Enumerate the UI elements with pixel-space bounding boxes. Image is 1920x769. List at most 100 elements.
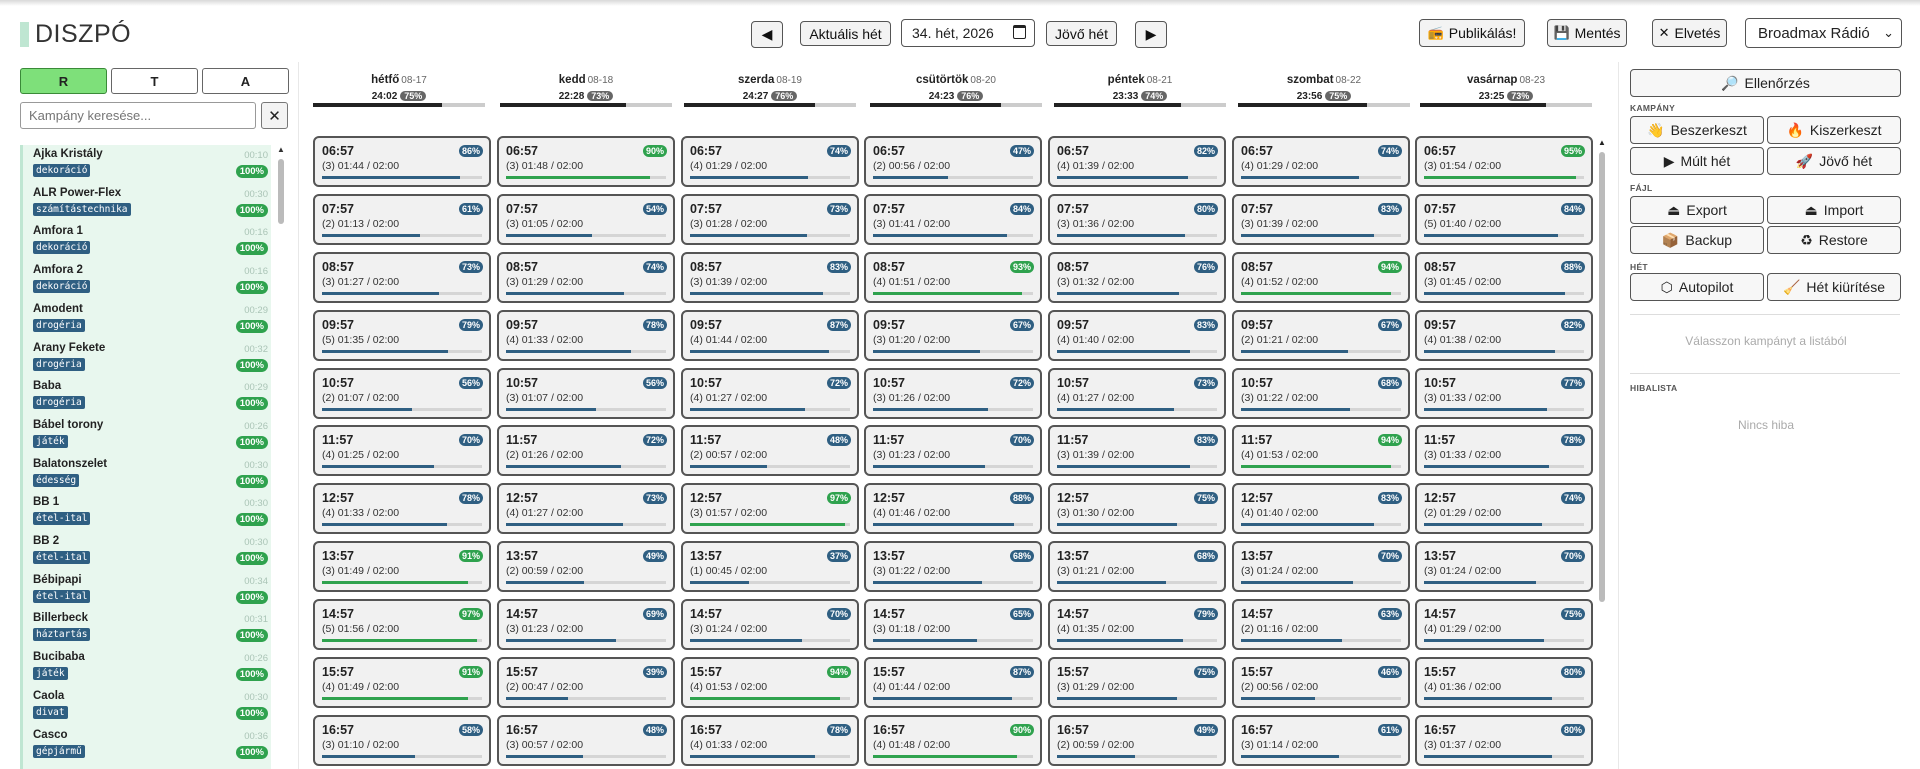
campaign-item[interactable]: Billerbeck 00:31 háztartás 100% [23,609,271,648]
time-slot[interactable]: 13:57 70% (3) 01:24 / 02:00 [1415,541,1593,592]
save-button[interactable]: 💾 Mentés [1547,19,1627,47]
time-slot[interactable]: 08:57 74% (3) 01:29 / 02:00 [497,252,675,303]
time-slot[interactable]: 10:57 56% (3) 01:07 / 02:00 [497,368,675,419]
time-slot[interactable]: 15:57 39% (2) 00:47 / 02:00 [497,657,675,708]
time-slot[interactable]: 06:57 47% (2) 00:56 / 02:00 [864,136,1042,187]
time-slot[interactable]: 08:57 83% (3) 01:39 / 02:00 [681,252,859,303]
next-week-button[interactable]: Jövő hét [1046,21,1117,46]
scroll-up-icon[interactable]: ▲ [1598,138,1606,147]
campaign-item[interactable]: Caola 00:30 divat 100% [23,687,271,726]
time-slot[interactable]: 13:57 68% (3) 01:22 / 02:00 [864,541,1042,592]
time-slot[interactable]: 10:57 56% (2) 01:07 / 02:00 [313,368,491,419]
campaign-item[interactable]: Casco 00:36 gépjármű 100% [23,726,271,765]
campaign-item[interactable]: BB 2 00:30 étel-ital 100% [23,532,271,571]
last-week-button[interactable]: ▶ Múlt hét [1630,147,1764,175]
clear-search-button[interactable]: ✕ [261,102,288,129]
time-slot[interactable]: 14:57 75% (4) 01:29 / 02:00 [1415,599,1593,650]
time-slot[interactable]: 10:57 68% (3) 01:22 / 02:00 [1232,368,1410,419]
tab-t[interactable]: T [111,68,198,94]
time-slot[interactable]: 15:57 75% (3) 01:29 / 02:00 [1048,657,1226,708]
time-slot[interactable]: 12:57 75% (3) 01:30 / 02:00 [1048,483,1226,534]
time-slot[interactable]: 08:57 94% (4) 01:52 / 02:00 [1232,252,1410,303]
time-slot[interactable]: 11:57 78% (3) 01:33 / 02:00 [1415,425,1593,476]
campaign-item[interactable]: Amodent 00:29 drogéria 100% [23,300,271,339]
time-slot[interactable]: 07:57 54% (3) 01:05 / 02:00 [497,194,675,245]
campaign-item[interactable]: Bucibaba 00:26 játék 100% [23,648,271,687]
check-button[interactable]: 🔎 Ellenőrzés [1630,69,1901,97]
time-slot[interactable]: 07:57 61% (2) 01:13 / 02:00 [313,194,491,245]
time-slot[interactable]: 07:57 84% (5) 01:40 / 02:00 [1415,194,1593,245]
time-slot[interactable]: 15:57 80% (4) 01:36 / 02:00 [1415,657,1593,708]
time-slot[interactable]: 11:57 94% (4) 01:53 / 02:00 [1232,425,1410,476]
scroll-up-icon[interactable]: ▲ [277,145,285,154]
time-slot[interactable]: 08:57 93% (4) 01:51 / 02:00 [864,252,1042,303]
time-slot[interactable]: 08:57 73% (3) 01:27 / 02:00 [313,252,491,303]
time-slot[interactable]: 08:57 76% (3) 01:32 / 02:00 [1048,252,1226,303]
current-week-button[interactable]: Aktuális hét [800,21,891,46]
time-slot[interactable]: 12:57 83% (4) 01:40 / 02:00 [1232,483,1410,534]
campaign-item[interactable]: Amfora 2 00:16 dekoráció 100% [23,261,271,300]
time-slot[interactable]: 07:57 73% (3) 01:28 / 02:00 [681,194,859,245]
campaign-item[interactable]: ALR Power-Flex 00:30 számítástechnika 100% [23,184,271,223]
time-slot[interactable]: 12:57 73% (4) 01:27 / 02:00 [497,483,675,534]
time-slot[interactable]: 10:57 72% (3) 01:26 / 02:00 [864,368,1042,419]
time-slot[interactable]: 09:57 82% (4) 01:38 / 02:00 [1415,310,1593,361]
export-button[interactable]: ⏏ Export [1630,196,1764,224]
time-slot[interactable]: 06:57 74% (4) 01:29 / 02:00 [1232,136,1410,187]
time-slot[interactable]: 13:57 37% (1) 00:45 / 02:00 [681,541,859,592]
time-slot[interactable]: 16:57 58% (3) 01:10 / 02:00 [313,715,491,766]
time-slot[interactable]: 07:57 80% (3) 01:36 / 02:00 [1048,194,1226,245]
time-slot[interactable]: 09:57 83% (4) 01:40 / 02:00 [1048,310,1226,361]
time-slot[interactable]: 13:57 68% (3) 01:21 / 02:00 [1048,541,1226,592]
clear-week-button[interactable]: 🧹 Hét kiürítése [1767,273,1901,301]
time-slot[interactable]: 16:57 49% (2) 00:59 / 02:00 [1048,715,1226,766]
time-slot[interactable]: 11:57 70% (4) 01:25 / 02:00 [313,425,491,476]
time-slot[interactable]: 06:57 95% (3) 01:54 / 02:00 [1415,136,1593,187]
tab-a[interactable]: A [202,68,289,94]
time-slot[interactable]: 10:57 73% (4) 01:27 / 02:00 [1048,368,1226,419]
time-slot[interactable]: 13:57 70% (3) 01:24 / 02:00 [1232,541,1410,592]
next-week-right-button[interactable]: 🚀 Jövő hét [1767,147,1901,175]
time-slot[interactable]: 15:57 46% (2) 00:56 / 02:00 [1232,657,1410,708]
restore-button[interactable]: ♻ Restore [1767,226,1901,254]
schedule-scrollbar[interactable]: ▲ [1597,138,1607,608]
time-slot[interactable]: 13:57 49% (2) 00:59 / 02:00 [497,541,675,592]
time-slot[interactable]: 12:57 97% (3) 01:57 / 02:00 [681,483,859,534]
campaign-item[interactable]: Bébipapi 00:34 étel-ital 100% [23,571,271,610]
time-slot[interactable]: 15:57 94% (4) 01:53 / 02:00 [681,657,859,708]
time-slot[interactable]: 12:57 88% (4) 01:46 / 02:00 [864,483,1042,534]
autopilot-button[interactable]: ⬡ Autopilot [1630,273,1764,301]
time-slot[interactable]: 10:57 72% (4) 01:27 / 02:00 [681,368,859,419]
time-slot[interactable]: 14:57 63% (2) 01:16 / 02:00 [1232,599,1410,650]
time-slot[interactable]: 06:57 74% (4) 01:29 / 02:00 [681,136,859,187]
time-slot[interactable]: 16:57 80% (3) 01:37 / 02:00 [1415,715,1593,766]
time-slot[interactable]: 14:57 70% (3) 01:24 / 02:00 [681,599,859,650]
edit-in-button[interactable]: 👋 Beszerkeszt [1630,116,1764,144]
campaign-item[interactable]: Bábel torony 00:26 játék 100% [23,416,271,455]
time-slot[interactable]: 06:57 86% (3) 01:44 / 02:00 [313,136,491,187]
campaign-item[interactable]: Arany Fekete 00:32 drogéria 100% [23,339,271,378]
week-picker-input[interactable]: 34. hét, 2026 [901,19,1035,47]
backup-button[interactable]: 📦 Backup [1630,226,1764,254]
time-slot[interactable]: 14:57 97% (5) 01:56 / 02:00 [313,599,491,650]
time-slot[interactable]: 16:57 90% (4) 01:48 / 02:00 [864,715,1042,766]
time-slot[interactable]: 12:57 78% (4) 01:33 / 02:00 [313,483,491,534]
tab-r[interactable]: R [20,68,107,94]
time-slot[interactable]: 09:57 79% (5) 01:35 / 02:00 [313,310,491,361]
campaign-list[interactable]: Ajka Kristály 00:10 dekoráció 100% ALR Power… [20,145,271,769]
time-slot[interactable]: 16:57 61% (3) 01:14 / 02:00 [1232,715,1410,766]
time-slot[interactable]: 14:57 65% (3) 01:18 / 02:00 [864,599,1042,650]
time-slot[interactable]: 15:57 87% (4) 01:44 / 02:00 [864,657,1042,708]
prev-week-arrow-button[interactable]: ◀ [751,21,783,48]
time-slot[interactable]: 09:57 87% (4) 01:44 / 02:00 [681,310,859,361]
campaign-item[interactable]: Baba 00:29 drogéria 100% [23,377,271,416]
campaign-item[interactable]: BB 1 00:30 étel-ital 100% [23,493,271,532]
time-slot[interactable]: 13:57 91% (3) 01:49 / 02:00 [313,541,491,592]
campaign-item[interactable]: Amfora 1 00:16 dekoráció 100% [23,222,271,261]
scroll-thumb[interactable] [278,159,284,224]
import-button[interactable]: ⏏ Import [1767,196,1901,224]
time-slot[interactable]: 14:57 69% (3) 01:23 / 02:00 [497,599,675,650]
discard-button[interactable]: ✕ Elvetés [1652,19,1727,47]
time-slot[interactable]: 11:57 83% (3) 01:39 / 02:00 [1048,425,1226,476]
time-slot[interactable]: 09:57 67% (2) 01:21 / 02:00 [1232,310,1410,361]
